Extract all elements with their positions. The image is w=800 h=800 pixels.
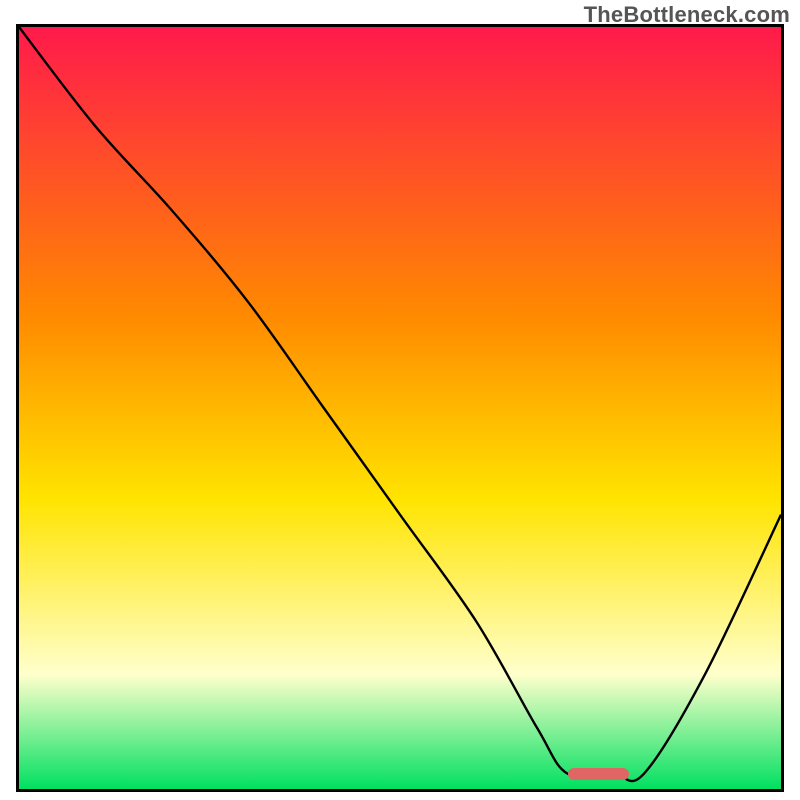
chart-plot-area [16,24,784,792]
chart-line-series [19,27,781,789]
chart-highlight-marker [568,768,629,780]
chart-wrapper: TheBottleneck.com [0,0,800,800]
